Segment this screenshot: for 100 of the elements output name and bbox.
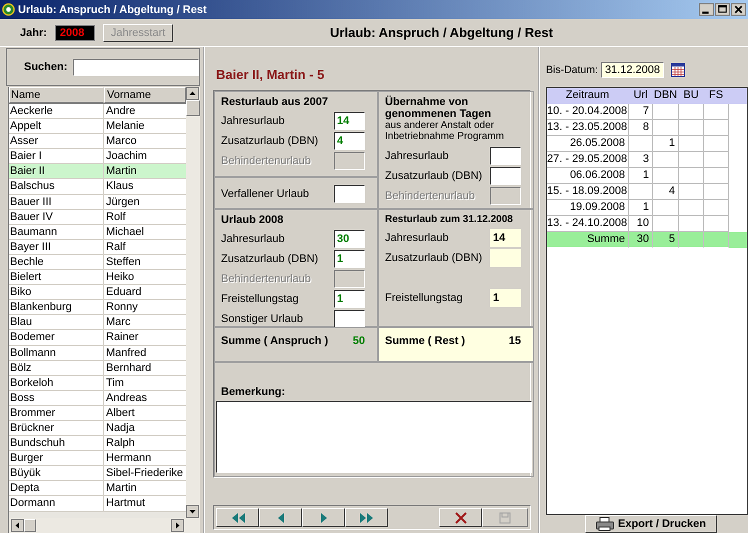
number-field[interactable]	[334, 185, 365, 203]
number-field[interactable]: 14	[334, 112, 365, 130]
employee-row[interactable]: Baumann Michael	[9, 224, 186, 240]
employee-row[interactable]: Aeckerle Andre	[9, 104, 186, 120]
employee-row[interactable]: Blankenburg Ronny	[9, 300, 186, 316]
employee-row[interactable]: Büyük Sibel-Friederike	[9, 466, 186, 482]
table-cell-text: Manfred	[105, 346, 148, 360]
employee-row[interactable]: Brommer Albert	[9, 406, 186, 421]
scroll-up-icon[interactable]	[186, 87, 199, 100]
number-field[interactable]: 1	[334, 250, 365, 268]
export-button[interactable]: Export / Drucken	[584, 515, 718, 533]
minimize-icon[interactable]	[699, 3, 714, 16]
scroll-right-icon[interactable]	[171, 519, 184, 532]
column-header[interactable]: Zeitraum	[547, 88, 629, 104]
employee-row[interactable]: Balschus Klaus	[9, 179, 186, 195]
number-field[interactable]: 1	[334, 290, 365, 308]
first-button[interactable]	[216, 508, 259, 527]
sum-label: Summe ( Anspruch )	[221, 334, 328, 346]
employee-row[interactable]: Blau Marc	[9, 315, 186, 330]
column-header[interactable]: FS	[704, 88, 729, 104]
number-field[interactable]: 30	[334, 230, 365, 248]
number-field[interactable]	[334, 152, 365, 170]
scroll-left-icon[interactable]	[11, 519, 24, 532]
table-cell	[653, 168, 679, 184]
table-cell: Bielert	[9, 270, 104, 284]
table-cell: Bechle	[9, 254, 104, 270]
employee-row[interactable]: Bielert Heiko	[9, 270, 186, 286]
employee-row[interactable]: Brückner Nadja	[9, 420, 186, 436]
table-cell: Bauer III	[9, 194, 104, 209]
table-cell: 5	[653, 232, 679, 248]
date-field[interactable]: 31.12.2008	[600, 62, 664, 78]
table-cell: Brückner	[9, 420, 104, 436]
employee-row[interactable]: Bundschuh Ralph	[9, 436, 186, 452]
table-cell	[704, 120, 729, 136]
table-cell	[679, 104, 704, 120]
delete-button[interactable]	[439, 508, 482, 527]
employee-row[interactable]: Asser Marco	[9, 134, 186, 150]
maximize-icon[interactable]	[715, 3, 730, 16]
table-cell-text: Joachim	[105, 149, 148, 164]
employee-row[interactable]: Bayer III Ralf	[9, 240, 186, 255]
number-field[interactable]	[334, 270, 365, 288]
employee-row[interactable]: Baier I Joachim	[9, 149, 186, 164]
employee-row[interactable]: Appelt Melanie	[9, 119, 186, 134]
column-header[interactable]: Url	[629, 88, 653, 104]
table-cell	[704, 232, 729, 248]
prev-button[interactable]	[259, 508, 302, 527]
table-cell-text: Ralf	[105, 240, 127, 254]
calendar-icon[interactable]	[671, 62, 685, 77]
number-field[interactable]	[490, 167, 521, 185]
table-cell-text: Steffen	[105, 254, 142, 270]
table-cell-text: Melanie	[105, 119, 146, 134]
employee-row[interactable]: Biko Eduard	[9, 285, 186, 300]
employee-row[interactable]: Depta Martin	[9, 481, 186, 496]
remark-field[interactable]	[216, 401, 532, 473]
section-title: Resturlaub zum 31.12.2008	[385, 214, 514, 225]
employee-row[interactable]: Baier II Martin	[9, 164, 186, 180]
date-label: Bis-Datum:	[546, 64, 598, 76]
employee-row[interactable]: Bauer III Jürgen	[9, 194, 186, 210]
field-label: Verfallener Urlaub	[221, 188, 310, 200]
close-icon[interactable]	[731, 3, 746, 16]
number-field[interactable]	[490, 187, 521, 205]
table-cell: 1	[629, 200, 653, 216]
table-cell: 4	[653, 184, 679, 200]
employee-row[interactable]: Bölz Bernhard	[9, 360, 186, 376]
search-field[interactable]	[73, 58, 199, 76]
employee-row[interactable]: Burger Hermann	[9, 451, 186, 466]
column-header[interactable]: Vorname	[104, 87, 186, 103]
column-header[interactable]: DBN	[653, 88, 679, 104]
table-cell	[704, 200, 729, 216]
table-cell: 19.09.2008	[547, 200, 629, 216]
year-field[interactable]: 2008	[54, 24, 95, 40]
table-cell: Blankenburg	[9, 300, 104, 314]
employee-row[interactable]: Bodemer Rainer	[9, 330, 186, 346]
scroll-thumb[interactable]	[24, 519, 36, 532]
employee-row[interactable]: Borkeloh Tim	[9, 376, 186, 391]
vertical-scrollbar[interactable]	[186, 87, 200, 518]
section-title: Übernahme von genommenen Tagen	[385, 96, 492, 120]
employee-row[interactable]: Bechle Steffen	[9, 254, 186, 270]
horizontal-scrollbar[interactable]	[9, 518, 200, 533]
table-cell: 26.05.2008	[547, 136, 629, 152]
scroll-down-icon[interactable]	[186, 505, 199, 518]
number-field[interactable]	[490, 147, 521, 165]
employee-row[interactable]: Dormann Hartmut	[9, 496, 186, 512]
next-button[interactable]	[302, 508, 345, 527]
scroll-thumb[interactable]	[186, 100, 200, 116]
table-cell-text: Hartmut	[105, 496, 146, 511]
section-title: Urlaub 2008	[221, 214, 284, 226]
column-header[interactable]: BU	[679, 88, 704, 104]
double-left-arrow-icon	[230, 512, 246, 522]
number-field[interactable]: 4	[334, 132, 365, 150]
table-cell	[704, 184, 729, 200]
employee-row[interactable]: Bauer IV Rolf	[9, 210, 186, 225]
column-header[interactable]: Name	[9, 87, 104, 103]
employee-row[interactable]: Boss Andreas	[9, 390, 186, 406]
employee-row[interactable]: Bollmann Manfred	[9, 346, 186, 361]
sum-value: 50	[352, 334, 365, 346]
printer-icon	[596, 517, 614, 531]
number-field[interactable]	[334, 310, 365, 328]
last-button[interactable]	[345, 508, 388, 527]
app-icon	[2, 3, 15, 16]
